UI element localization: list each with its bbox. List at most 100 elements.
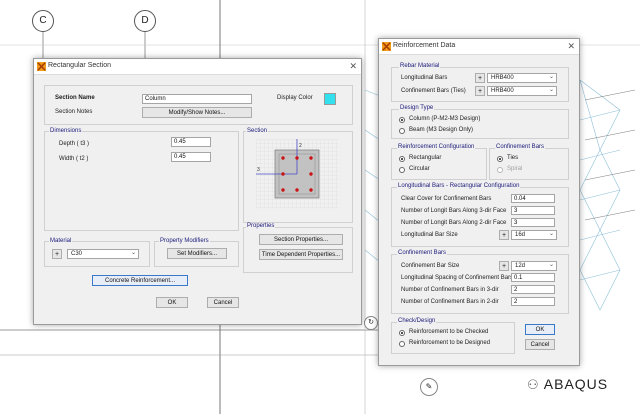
- chevron-down-icon: ⌄: [548, 74, 554, 80]
- concrete-reinforcement-button[interactable]: Concrete Reinforcement...: [92, 275, 188, 286]
- chevron-down-icon: ⌄: [548, 87, 554, 93]
- chevron-down-icon: ⌄: [548, 262, 554, 268]
- rectangular-option-label: Rectangular: [409, 155, 442, 161]
- reinforcement-data-dialog: Reinforcement Data ✕ Rebar Material Long…: [378, 38, 580, 366]
- reinf-config-group: [391, 148, 487, 180]
- circular-radio[interactable]: [399, 167, 405, 173]
- num-2dir-input[interactable]: 3: [511, 218, 555, 227]
- material-select[interactable]: C30 ⌄: [67, 249, 139, 259]
- long-bars-select[interactable]: HRB400 ⌄: [487, 73, 557, 83]
- display-color-label: Display Color: [277, 95, 313, 101]
- property-modifiers-title: Property Modifiers: [159, 238, 210, 244]
- dialog-title: Reinforcement Data: [393, 42, 456, 49]
- long-rect-title: Longitudinal Bars - Rectangular Configur…: [397, 183, 521, 189]
- grid-bubble-d: D: [134, 10, 156, 32]
- conf-bar-size-add-button[interactable]: +: [499, 261, 509, 271]
- long-bar-size-value: 16d: [515, 232, 526, 238]
- spiral-option-label: Spiral: [507, 166, 523, 172]
- grid-bubble-c: C: [32, 10, 54, 32]
- conf-bars-type-title: Confinement Bars: [495, 144, 546, 150]
- material-title: Material: [49, 238, 73, 244]
- num-conf-3dir-input[interactable]: 2: [511, 285, 555, 294]
- conf-bar-size-value: 12d: [515, 263, 526, 269]
- clear-cover-label: Clear Cover for Confinement Bars: [401, 196, 492, 202]
- modify-notes-button[interactable]: Modify/Show Notes...: [142, 107, 252, 118]
- long-bars-label: Longitudinal Bars: [401, 75, 448, 81]
- column-radio[interactable]: [399, 117, 405, 123]
- set-modifiers-button[interactable]: Set Modifiers...: [167, 248, 227, 259]
- title-bar: Rectangular Section ✕: [34, 59, 361, 75]
- axis-3-label: 3: [257, 167, 260, 173]
- long-bars-add-button[interactable]: +: [475, 73, 485, 83]
- rebar-material-title: Rebar Material: [399, 63, 441, 69]
- long-bars-value: HRB400: [491, 75, 514, 81]
- rectangular-radio[interactable]: [399, 156, 405, 162]
- designed-radio[interactable]: [399, 341, 405, 347]
- spiral-radio[interactable]: [497, 167, 503, 173]
- conf-bars-select[interactable]: HRB400 ⌄: [487, 86, 557, 96]
- chevron-down-icon: ⌄: [130, 250, 136, 256]
- num-3dir-label: Number of Longit Bars Along 3-dir Face: [401, 208, 507, 214]
- check-design-group: [391, 322, 515, 354]
- section-name-input[interactable]: Column: [142, 94, 252, 104]
- section-info-group: Section Name Column Display Color Sectio…: [44, 85, 353, 125]
- reinf-config-title: Reinforcement Configuration: [397, 144, 476, 150]
- column-option-label: Column (P-M2-M3 Design): [409, 116, 481, 122]
- depth-input[interactable]: 0.45: [171, 137, 211, 147]
- section-preview: 2 3: [256, 139, 338, 209]
- cancel-button[interactable]: Cancel: [207, 297, 239, 308]
- long-bar-size-add-button[interactable]: +: [499, 230, 509, 240]
- conf-bars-label: Confinement Bars (Ties): [401, 88, 466, 94]
- section-notes-label: Section Notes: [55, 109, 93, 115]
- axis-2-label: 2: [299, 143, 302, 149]
- circular-option-label: Circular: [409, 166, 430, 172]
- beam-radio[interactable]: [399, 128, 405, 134]
- title-bar: Reinforcement Data ✕: [379, 39, 579, 55]
- clear-cover-input[interactable]: 0.04: [511, 194, 555, 203]
- num-conf-2dir-label: Number of Confinement Bars in 2-dir: [401, 299, 499, 305]
- close-icon[interactable]: ✕: [349, 61, 357, 72]
- close-icon[interactable]: ✕: [567, 41, 575, 52]
- pencil-icon[interactable]: ✎: [420, 378, 438, 396]
- dialog-title: Rectangular Section: [48, 62, 112, 69]
- design-type-title: Design Type: [399, 105, 435, 111]
- conf-bars-type-group: [489, 148, 569, 180]
- material-add-button[interactable]: +: [52, 249, 62, 259]
- long-bar-size-label: Longitudinal Bar Size: [401, 232, 458, 238]
- display-color-swatch[interactable]: [324, 93, 336, 105]
- checked-option-label: Reinforcement to be Checked: [409, 329, 489, 335]
- num-conf-2dir-input[interactable]: 2: [511, 297, 555, 306]
- spacing-label: Longitudinal Spacing of Confinement Bars: [401, 275, 514, 281]
- properties-title: Properties: [246, 223, 276, 229]
- depth-label: Depth ( t3 ): [59, 141, 90, 147]
- check-design-title: Check/Design: [397, 318, 437, 324]
- spacing-input[interactable]: 0.1: [511, 273, 555, 282]
- beam-option-label: Beam (M3 Design Only): [409, 127, 474, 133]
- width-input[interactable]: 0.45: [171, 152, 211, 162]
- num-3dir-input[interactable]: 3: [511, 206, 555, 215]
- ok-button[interactable]: OK: [525, 324, 555, 335]
- ties-option-label: Ties: [507, 155, 519, 161]
- conf-bar-size-select[interactable]: 12d ⌄: [511, 261, 557, 271]
- rectangular-section-dialog: Rectangular Section ✕ Section Name Colum…: [33, 58, 362, 325]
- watermark: ⚇ ABAQUS: [527, 376, 609, 392]
- ties-radio[interactable]: [497, 156, 503, 162]
- design-type-group: [391, 109, 569, 139]
- width-label: Width ( t2 ): [59, 156, 89, 162]
- section-properties-button[interactable]: Section Properties...: [259, 234, 343, 245]
- confinement-title: Confinement Bars: [397, 250, 448, 256]
- num-2dir-label: Number of Longit Bars Along 2-dir Face: [401, 220, 507, 226]
- section-preview-title: Section: [246, 128, 269, 134]
- chevron-down-icon: ⌄: [548, 231, 554, 237]
- material-value: C30: [71, 251, 83, 257]
- long-bar-size-select[interactable]: 16d ⌄: [511, 230, 557, 240]
- checked-radio[interactable]: [399, 330, 405, 336]
- conf-bars-add-button[interactable]: +: [475, 86, 485, 96]
- app-icon: [37, 62, 46, 71]
- refresh-icon[interactable]: ↻: [364, 316, 378, 330]
- time-dependent-properties-button[interactable]: Time Dependent Properties...: [259, 249, 343, 260]
- dimensions-title: Dimensions: [49, 128, 83, 134]
- designed-option-label: Reinforcement to be Designed: [409, 340, 491, 346]
- ok-button[interactable]: OK: [156, 297, 188, 308]
- cancel-button[interactable]: Cancel: [525, 339, 555, 350]
